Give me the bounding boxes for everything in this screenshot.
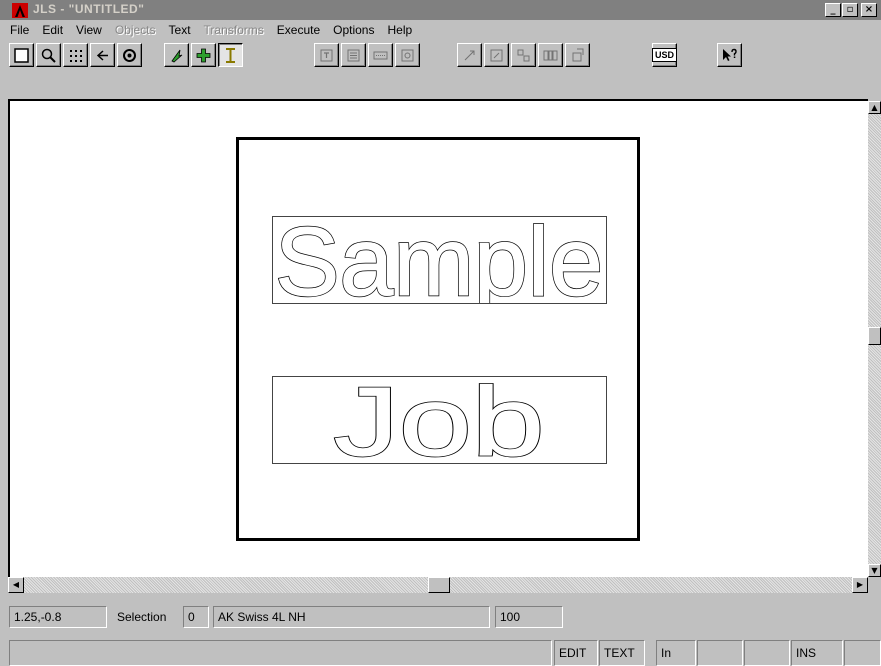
job-text-inner: Job bbox=[334, 377, 545, 463]
status-bar-top: 1.25,-0.8 Selection 0 AK Swiss 4L NH 100 bbox=[0, 602, 881, 628]
window-title: JLS - "UNTITLED" bbox=[33, 2, 145, 16]
grid-icon bbox=[70, 49, 82, 62]
sample-text-inner: Sample bbox=[275, 217, 603, 303]
add-object-button[interactable] bbox=[191, 43, 216, 67]
horizontal-scrollbar[interactable]: ◀ ▶ bbox=[8, 577, 868, 593]
menu-transforms[interactable]: Transforms bbox=[204, 23, 264, 37]
scroll-down-button[interactable]: ▼ bbox=[868, 564, 881, 577]
zoom-button[interactable] bbox=[36, 43, 61, 67]
menu-objects[interactable]: Objects bbox=[115, 23, 156, 37]
title-bar: JLS - "UNTITLED" _ ▫ × bbox=[0, 0, 881, 20]
menu-execute[interactable]: Execute bbox=[277, 23, 320, 37]
pointer-button[interactable] bbox=[164, 43, 189, 67]
menu-text[interactable]: Text bbox=[169, 23, 191, 37]
toolbar: USD bbox=[0, 40, 881, 68]
columns-button[interactable] bbox=[538, 43, 563, 67]
back-button[interactable] bbox=[90, 43, 115, 67]
context-help-icon bbox=[723, 48, 737, 61]
grid-button[interactable] bbox=[63, 43, 88, 67]
context-help-button[interactable] bbox=[717, 43, 742, 67]
text-object-job[interactable]: Job Job bbox=[272, 376, 607, 464]
usd-icon: USD bbox=[652, 48, 678, 62]
add-object-icon bbox=[196, 48, 211, 62]
coordinates-readout: 1.25,-0.8 bbox=[9, 606, 107, 628]
new-page-icon bbox=[14, 47, 29, 63]
menu-options[interactable]: Options bbox=[333, 23, 374, 37]
field-button[interactable] bbox=[368, 43, 393, 67]
columns-icon bbox=[543, 50, 558, 60]
mode-blank-2 bbox=[744, 640, 790, 666]
list-button[interactable] bbox=[341, 43, 366, 67]
minimize-button[interactable]: _ bbox=[825, 3, 841, 17]
text-object-sample[interactable]: Sample Sample bbox=[272, 216, 607, 304]
scroll-left-button[interactable]: ◀ bbox=[8, 577, 24, 593]
restore-button[interactable]: ▫ bbox=[842, 3, 858, 17]
page-shadow bbox=[249, 148, 653, 552]
menu-bar: File Edit View Objects Text Transforms E… bbox=[0, 21, 881, 39]
field-icon bbox=[373, 51, 388, 59]
mode-text: TEXT bbox=[599, 640, 645, 666]
mode-blank-3 bbox=[844, 640, 881, 666]
menu-view[interactable]: View bbox=[76, 23, 102, 37]
vertical-scroll-thumb[interactable] bbox=[868, 327, 881, 345]
image-button[interactable] bbox=[395, 43, 420, 67]
frame-icon bbox=[490, 49, 503, 61]
view-button[interactable] bbox=[117, 43, 142, 67]
align-button[interactable] bbox=[314, 43, 339, 67]
mode-blank-1 bbox=[697, 640, 743, 666]
list-icon bbox=[347, 49, 360, 61]
selection-label: Selection bbox=[117, 610, 167, 624]
menu-file[interactable]: File bbox=[10, 23, 29, 37]
rotate-icon bbox=[572, 48, 584, 61]
font-name-field: AK Swiss 4L NH bbox=[213, 606, 490, 628]
label-page[interactable] bbox=[236, 137, 653, 552]
sample-text-outline: Sample Sample bbox=[274, 217, 604, 303]
view-icon bbox=[123, 48, 136, 62]
frame-button[interactable] bbox=[484, 43, 509, 67]
zoom-icon bbox=[41, 48, 56, 63]
align-icon bbox=[320, 49, 333, 61]
new-page-button[interactable] bbox=[9, 43, 34, 67]
scroll-right-button[interactable]: ▶ bbox=[852, 577, 868, 593]
mode-edit: EDIT bbox=[554, 640, 598, 666]
rotate-button[interactable] bbox=[565, 43, 590, 67]
distribute-button[interactable] bbox=[511, 43, 536, 67]
vertical-scrollbar[interactable]: ▲ ▼ bbox=[868, 101, 881, 577]
scroll-up-button[interactable]: ▲ bbox=[868, 101, 881, 114]
pointer-icon bbox=[171, 49, 183, 62]
mode-units: In bbox=[656, 640, 696, 666]
usd-button[interactable]: USD bbox=[652, 43, 678, 67]
resize-button[interactable] bbox=[457, 43, 482, 67]
status-bar-bottom: EDIT TEXT In INS bbox=[0, 640, 881, 666]
job-text-outline: Job Job bbox=[332, 377, 545, 463]
text-tool-button[interactable] bbox=[218, 43, 243, 67]
menu-help[interactable]: Help bbox=[387, 23, 412, 37]
size-field: 100 bbox=[495, 606, 563, 628]
app-logo-icon bbox=[12, 3, 28, 18]
menu-edit[interactable]: Edit bbox=[42, 23, 63, 37]
distribute-icon bbox=[517, 49, 530, 61]
text-cursor-icon bbox=[226, 47, 235, 63]
back-icon bbox=[96, 49, 108, 61]
resize-icon bbox=[464, 50, 475, 60]
close-button[interactable]: × bbox=[861, 3, 877, 17]
image-icon bbox=[401, 49, 414, 61]
selection-count: 0 bbox=[183, 606, 209, 628]
mode-ins: INS bbox=[791, 640, 843, 666]
status-message bbox=[9, 640, 552, 666]
horizontal-scroll-thumb[interactable] bbox=[428, 577, 450, 593]
